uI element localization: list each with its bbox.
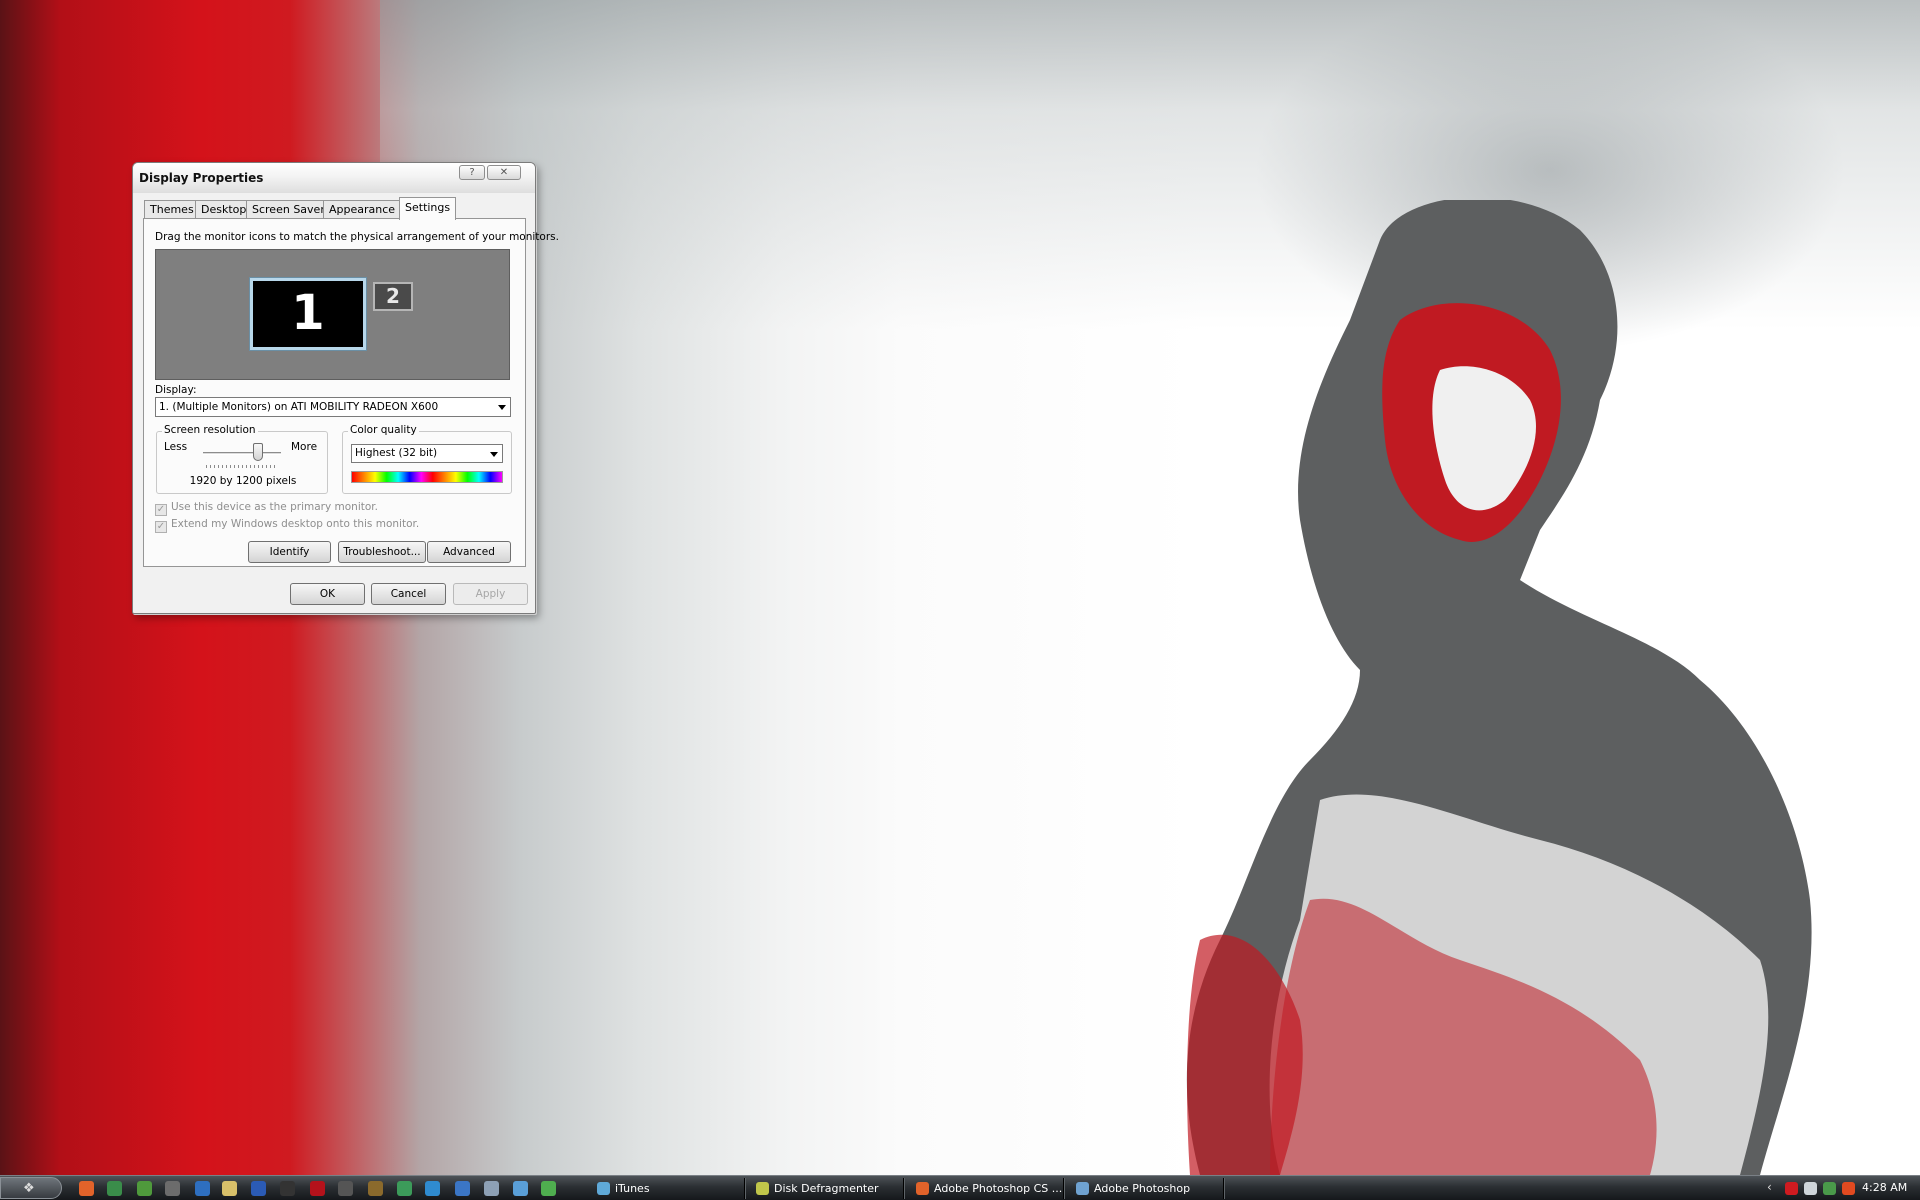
task-photoshop-cs-label: Adobe Photoshop CS ... bbox=[934, 1182, 1063, 1195]
window-title: Display Properties bbox=[139, 171, 264, 185]
task-itunes[interactable]: iTunes bbox=[593, 1178, 745, 1199]
settings-panel: Drag the monitor icons to match the phys… bbox=[143, 218, 559, 567]
browser-icon[interactable] bbox=[425, 1181, 440, 1196]
tab-desktop[interactable]: Desktop bbox=[195, 200, 253, 219]
screen-resolution-group: Screen resolution Less More 1920 by 1200… bbox=[156, 424, 328, 494]
tab-screen-saver[interactable]: Screen Saver bbox=[246, 200, 331, 219]
game-icon[interactable] bbox=[368, 1181, 383, 1196]
resolution-slider-thumb[interactable] bbox=[253, 443, 263, 461]
valve-icon[interactable] bbox=[338, 1181, 353, 1196]
primary-monitor-label: Use this device as the primary monitor. bbox=[171, 501, 378, 513]
display-properties-window: Display Properties ? ✕ Themes Desktop Sc… bbox=[132, 162, 559, 614]
primary-monitor-checkbox: ✓ bbox=[155, 504, 167, 516]
task-disk-defragmenter-label: Disk Defragmenter bbox=[774, 1182, 879, 1195]
tab-settings[interactable]: Settings bbox=[399, 197, 457, 220]
windows-logo-icon: ❖ bbox=[23, 1181, 35, 1196]
identify-button[interactable]: Identify bbox=[248, 541, 331, 563]
more-label: More bbox=[291, 441, 318, 453]
color-quality-value: Highest (32 bit) bbox=[355, 447, 438, 459]
itunes-quick-icon[interactable] bbox=[541, 1181, 556, 1196]
tray-expand-icon[interactable]: ‹ bbox=[1767, 1180, 1772, 1194]
network-icon[interactable] bbox=[397, 1181, 412, 1196]
network-tray-icon[interactable] bbox=[1804, 1182, 1817, 1195]
task-itunes-label: iTunes bbox=[615, 1182, 650, 1195]
task-adobe-photoshop[interactable]: Adobe Photoshop bbox=[1072, 1178, 1224, 1199]
cancel-button[interactable]: Cancel bbox=[371, 583, 446, 605]
clock: 4:28 AM bbox=[1862, 1181, 1908, 1194]
troubleshoot-button[interactable]: Troubleshoot... bbox=[338, 541, 426, 563]
itunes-icon bbox=[597, 1182, 610, 1195]
messenger-icon[interactable] bbox=[107, 1181, 122, 1196]
extend-desktop-checkbox: ✓ bbox=[155, 521, 167, 533]
app-tray-icon[interactable] bbox=[1842, 1182, 1855, 1195]
explorer-icon[interactable] bbox=[165, 1181, 180, 1196]
task-photoshop-cs[interactable]: Adobe Photoshop CS ... bbox=[912, 1178, 1064, 1199]
firefox-task-icon bbox=[916, 1182, 929, 1195]
resolution-value: 1920 by 1200 pixels bbox=[189, 475, 297, 487]
color-quality-group: Color quality Highest (32 bit) bbox=[342, 424, 512, 494]
help-button[interactable]: ? bbox=[459, 165, 485, 180]
color-spectrum-bar bbox=[351, 471, 503, 483]
screen-resolution-legend: Screen resolution bbox=[162, 424, 258, 436]
display-dropdown-value: 1. (Multiple Monitors) on ATI MOBILITY R… bbox=[159, 401, 439, 413]
chevron-down-icon bbox=[498, 405, 506, 410]
primary-monitor-checkbox-row: ✓ Use this device as the primary monitor. bbox=[155, 501, 378, 516]
less-label: Less bbox=[164, 441, 188, 453]
word-icon[interactable] bbox=[251, 1181, 266, 1196]
utility-icon[interactable] bbox=[513, 1181, 528, 1196]
tab-appearance[interactable]: Appearance bbox=[323, 200, 402, 219]
mcafee-icon[interactable] bbox=[310, 1181, 325, 1196]
display-dropdown[interactable]: 1. (Multiple Monitors) on ATI MOBILITY R… bbox=[155, 397, 511, 417]
close-button[interactable]: ✕ bbox=[487, 165, 521, 180]
wallpaper-figure bbox=[1186, 200, 1812, 1175]
monitor-2-icon[interactable]: 2 bbox=[373, 282, 413, 311]
firefox-icon[interactable] bbox=[79, 1181, 94, 1196]
taskbar: ❖ iTunes Disk Defragmenter Adobe Photosh… bbox=[0, 1175, 1920, 1200]
extend-desktop-label: Extend my Windows desktop onto this moni… bbox=[171, 518, 420, 530]
color-quality-legend: Color quality bbox=[348, 424, 419, 436]
ok-button[interactable]: OK bbox=[290, 583, 365, 605]
ie-icon[interactable] bbox=[455, 1181, 470, 1196]
document-icon[interactable] bbox=[484, 1181, 499, 1196]
color-quality-dropdown[interactable]: Highest (32 bit) bbox=[351, 444, 503, 463]
sync-tray-icon[interactable] bbox=[1823, 1182, 1836, 1195]
window-titlebar[interactable]: Display Properties ? ✕ bbox=[133, 163, 535, 193]
notepad-icon[interactable] bbox=[222, 1181, 237, 1196]
photoshop-icon bbox=[1076, 1182, 1089, 1195]
steam-icon[interactable] bbox=[280, 1181, 295, 1196]
start-button[interactable]: ❖ bbox=[0, 1177, 62, 1199]
media-player-icon[interactable] bbox=[195, 1181, 210, 1196]
chevron-down-icon bbox=[490, 452, 498, 457]
task-adobe-photoshop-label: Adobe Photoshop bbox=[1094, 1182, 1191, 1195]
recycle-icon[interactable] bbox=[137, 1181, 152, 1196]
tab-themes[interactable]: Themes bbox=[144, 200, 200, 219]
apply-button: Apply bbox=[453, 583, 528, 605]
antivirus-tray-icon[interactable] bbox=[1785, 1182, 1798, 1195]
monitor-arrangement-area: 1 2 bbox=[155, 249, 510, 380]
defragmenter-icon bbox=[756, 1182, 769, 1195]
display-label: Display: bbox=[155, 384, 197, 396]
resolution-slider-track[interactable] bbox=[203, 452, 281, 455]
advanced-button[interactable]: Advanced bbox=[427, 541, 511, 563]
resolution-slider-ticks bbox=[206, 465, 278, 468]
task-disk-defragmenter[interactable]: Disk Defragmenter bbox=[752, 1178, 904, 1199]
instruction-text: Drag the monitor icons to match the phys… bbox=[155, 231, 559, 243]
monitor-1-icon[interactable]: 1 bbox=[249, 277, 367, 351]
extend-desktop-checkbox-row: ✓ Extend my Windows desktop onto this mon… bbox=[155, 518, 419, 533]
